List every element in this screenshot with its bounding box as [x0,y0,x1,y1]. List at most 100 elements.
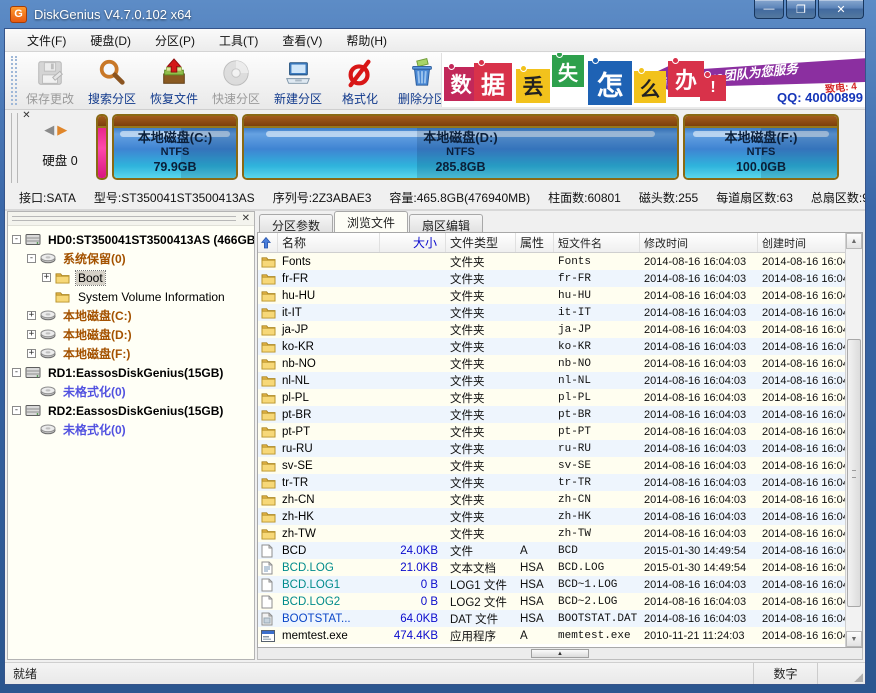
table-row[interactable]: BCD.LOG10 BLOG1 文件HSABCD~1.LOG2014-08-16… [258,576,845,593]
resize-grip[interactable] [851,663,865,684]
table-row[interactable]: BCD.LOG20 BLOG2 文件HSABCD~2.LOG2014-08-16… [258,593,845,610]
table-row[interactable]: zh-CN文件夹zh-CN2014-08-16 16:04:032014-08-… [258,491,845,508]
ad-banner[interactable]: DiskGenius团队为您服务 致电: 4 QQ: 40000899 数据丢失… [441,53,865,107]
menu-item-2[interactable]: 分区(P) [143,29,207,52]
scrollbar-thumb[interactable] [847,339,861,607]
cell-type: 文件夹 [446,458,516,474]
tree-header-grip[interactable] [12,216,236,221]
table-row[interactable]: ja-JP文件夹ja-JP2014-08-16 16:04:032014-08-… [258,321,845,338]
close-button[interactable]: ✕ [818,0,864,19]
table-row[interactable]: pt-PT文件夹pt-PT2014-08-16 16:04:032014-08-… [258,423,845,440]
scroll-up-icon[interactable]: ▲ [846,233,862,249]
column-header-0[interactable]: 名称 [278,233,380,252]
tree-item-0[interactable]: -HD0:ST350041ST3500413AS (466GB) [8,230,254,249]
table-row[interactable]: zh-TW文件夹zh-TW2014-08-16 16:04:032014-08-… [258,525,845,542]
vertical-scrollbar[interactable]: ▲ ▼ [845,233,862,647]
table-row[interactable]: memtest.exe474.4KB应用程序Amemtest.exe2010-1… [258,627,845,644]
table-row[interactable]: BOOTSTAT...64.0KBDAT 文件HSABOOTSTAT.DAT20… [258,610,845,627]
toolbar-button-2[interactable]: 恢复文件 [143,52,205,109]
next-disk-icon[interactable]: ▶ [57,122,70,137]
column-header-1[interactable]: 大小 [380,233,446,252]
table-row[interactable]: ko-KR文件夹ko-KR2014-08-16 16:04:032014-08-… [258,338,845,355]
partition-reserved[interactable] [96,114,108,180]
splitter-collapse-button[interactable]: ▲ [531,649,589,658]
prev-disk-icon[interactable]: ◀ [44,122,57,137]
partition-tree: -HD0:ST350041ST3500413AS (466GB)-系统保留(0)… [8,226,254,659]
cell-name: BCD.LOG1 [278,579,380,591]
cell-short-name: nl-NL [554,375,640,387]
table-row[interactable]: fr-FR文件夹fr-FR2014-08-16 16:04:032014-08-… [258,270,845,287]
tree-item-7[interactable]: -RD1:EassosDiskGenius(15GB) [8,363,254,382]
cell-created-time: 2014-08-16 16:04:03 [758,392,845,404]
menu-item-4[interactable]: 查看(V) [270,29,334,52]
tree-item-4[interactable]: + 本地磁盘(C:) [8,306,254,325]
sort-column-header[interactable] [258,233,278,252]
menu-item-5[interactable]: 帮助(H) [334,29,399,52]
table-row[interactable]: BCD.LOG21.0KB文本文档HSABCD.LOG2015-01-30 14… [258,559,845,576]
table-row[interactable]: tr-TR文件夹tr-TR2014-08-16 16:04:032014-08-… [258,474,845,491]
menu-item-1[interactable]: 硬盘(D) [78,29,143,52]
table-row[interactable]: nl-NL文件夹nl-NL2014-08-16 16:04:032014-08-… [258,372,845,389]
table-row[interactable]: it-IT文件夹it-IT2014-08-16 16:04:032014-08-… [258,304,845,321]
tree-expander-icon[interactable]: + [27,311,36,320]
tree-expander-icon[interactable]: - [12,368,21,377]
partition-3[interactable]: 本地磁盘(F:)NTFS100.0GB [683,114,839,180]
tab-partition-params[interactable]: 分区参数 [259,214,333,232]
tree-panel-close-icon[interactable]: ✕ [242,213,250,224]
table-row[interactable]: sv-SE文件夹sv-SE2014-08-16 16:04:032014-08-… [258,457,845,474]
tree-item-8[interactable]: 未格式化(0) [8,382,254,401]
tree-item-2[interactable]: +Boot [8,268,254,287]
column-header-2[interactable]: 文件类型 [446,233,516,252]
tree-expander-icon[interactable]: + [27,349,36,358]
tab-sector-edit[interactable]: 扇区编辑 [409,214,483,232]
panel-grip[interactable] [11,113,18,183]
partition-2[interactable]: 本地磁盘(D:)NTFS285.8GB [242,114,679,180]
cell-short-name: pl-PL [554,392,640,404]
scroll-down-icon[interactable]: ▼ [846,631,862,647]
cell-short-name: BOOTSTAT.DAT [554,613,640,625]
column-header-6[interactable]: 创建时间 [758,233,845,252]
tree-item-9[interactable]: -RD2:EassosDiskGenius(15GB) [8,401,254,420]
tree-item-3[interactable]: System Volume Information [8,287,254,306]
tree-expander-icon[interactable]: + [27,330,36,339]
tree-expander-icon[interactable]: - [12,406,21,415]
cell-short-name: ru-RU [554,443,640,455]
folder-icon [258,374,278,387]
table-row[interactable]: hu-HU文件夹hu-HU2014-08-16 16:04:032014-08-… [258,287,845,304]
tree-item-label: 本地磁盘(C:) [61,307,134,324]
table-row[interactable]: pl-PL文件夹pl-PL2014-08-16 16:04:032014-08-… [258,389,845,406]
tree-item-10[interactable]: 未格式化(0) [8,420,254,439]
cell-type: 文件夹 [446,271,516,287]
table-row[interactable]: pt-BR文件夹pt-BR2014-08-16 16:04:032014-08-… [258,406,845,423]
column-header-4[interactable]: 短文件名 [554,233,640,252]
toolbar-button-4[interactable]: 新建分区 [267,52,329,109]
cell-name: nl-NL [278,375,380,387]
toolbar-button-0[interactable]: 保存更改 [19,52,81,109]
tree-item-1[interactable]: -系统保留(0) [8,249,254,268]
tree-item-6[interactable]: +本地磁盘(F:) [8,344,254,363]
menu-item-0[interactable]: 文件(F) [15,29,78,52]
disknav-close-icon[interactable]: ✕ [22,110,30,121]
table-row[interactable]: Fonts文件夹Fonts2014-08-16 16:04:032014-08-… [258,253,845,270]
menu-item-3[interactable]: 工具(T) [207,29,270,52]
tab-browse-files[interactable]: 浏览文件 [334,211,408,232]
toolbar-button-5[interactable]: 格式化 [329,52,391,109]
table-row[interactable]: zh-HK文件夹zh-HK2014-08-16 16:04:032014-08-… [258,508,845,525]
minimize-button[interactable]: — [754,0,784,19]
tree-item-5[interactable]: +本地磁盘(D:) [8,325,254,344]
tree-expander-icon[interactable]: + [42,273,51,282]
maximize-button[interactable]: ❐ [786,0,816,19]
column-header-5[interactable]: 修改时间 [640,233,758,252]
toolbar-button-1[interactable]: 搜索分区 [81,52,143,109]
table-row[interactable]: BCD24.0KB文件ABCD2015-01-30 14:49:542014-0… [258,542,845,559]
column-header-3[interactable]: 属性 [516,233,554,252]
partition-size: 285.8GB [435,160,485,176]
cell-size: 0 B [380,579,446,591]
tree-expander-icon[interactable]: - [27,254,36,263]
folder-icon [258,255,278,268]
tree-expander-icon[interactable]: - [12,235,21,244]
partition-1[interactable]: 本地磁盘(C:)NTFS79.9GB [112,114,238,180]
table-row[interactable]: ru-RU文件夹ru-RU2014-08-16 16:04:032014-08-… [258,440,845,457]
table-row[interactable]: nb-NO文件夹nb-NO2014-08-16 16:04:032014-08-… [258,355,845,372]
toolbar-button-3[interactable]: 快速分区 [205,52,267,109]
